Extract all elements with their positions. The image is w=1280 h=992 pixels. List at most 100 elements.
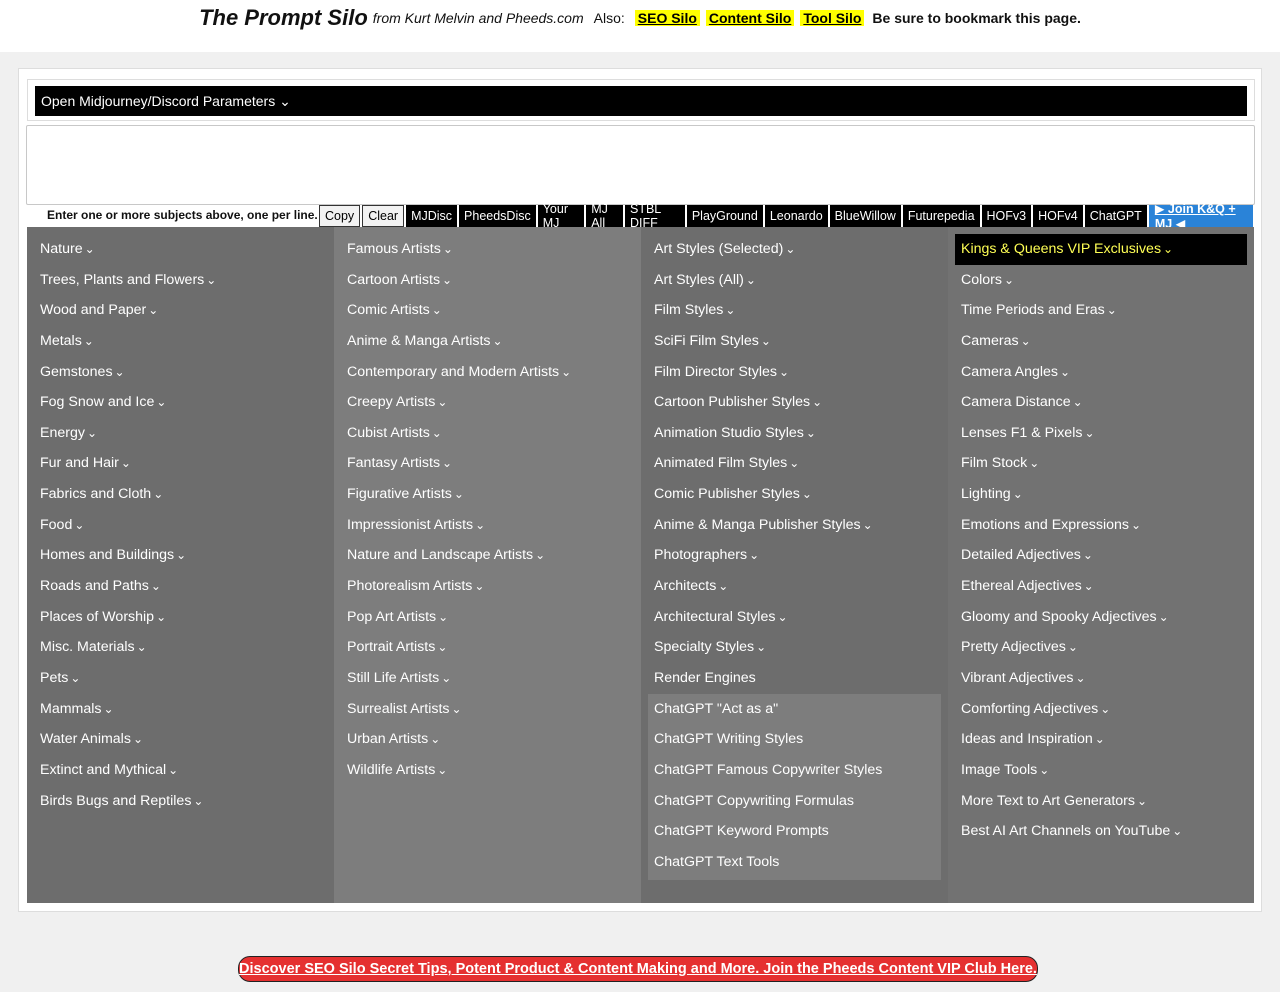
category-item[interactable]: ChatGPT Famous Copywriter Styles [648,755,941,786]
category-item[interactable]: Architectural Styles ⌄ [641,602,948,633]
category-item[interactable]: Image Tools ⌄ [948,755,1254,786]
mjdisc-button[interactable]: MJDisc [406,205,458,227]
chatgpt-button[interactable]: ChatGPT [1084,205,1147,227]
category-item[interactable]: ChatGPT Copywriting Formulas [648,786,941,817]
category-item[interactable]: Gemstones ⌄ [27,357,334,388]
category-item[interactable]: Contemporary and Modern Artists ⌄ [334,357,641,388]
pheedsdisc-button[interactable]: PheedsDisc [459,205,536,227]
category-item[interactable]: Fur and Hair ⌄ [27,448,334,479]
category-item[interactable]: Birds Bugs and Reptiles ⌄ [27,786,334,817]
category-item[interactable]: Fantasy Artists ⌄ [334,448,641,479]
category-item[interactable]: Colors ⌄ [948,265,1254,296]
bluewillow-button[interactable]: BlueWillow [829,205,901,227]
category-label: Portrait Artists [347,639,436,656]
category-item[interactable]: Pets ⌄ [27,663,334,694]
category-item[interactable]: More Text to Art Generators ⌄ [948,786,1254,817]
category-item[interactable]: Film Styles ⌄ [641,295,948,326]
category-item[interactable]: Mammals ⌄ [27,694,334,725]
category-item[interactable]: Vibrant Adjectives ⌄ [948,663,1254,694]
category-item[interactable]: Specialty Styles ⌄ [641,632,948,663]
category-item[interactable]: ChatGPT Text Tools [648,847,941,878]
category-item[interactable]: Fabrics and Cloth ⌄ [27,479,334,510]
tool-silo-link[interactable]: Tool Silo [800,10,865,26]
category-item[interactable]: Wood and Paper ⌄ [27,295,334,326]
category-item[interactable]: Food ⌄ [27,510,334,541]
stbl-diff-button[interactable]: STBL DIFF [624,202,685,230]
futurepedia-button[interactable]: Futurepedia [902,205,980,227]
category-item[interactable]: Portrait Artists ⌄ [334,632,641,663]
category-item[interactable]: Camera Angles ⌄ [948,357,1254,388]
category-item[interactable]: Render Engines [641,663,948,694]
playground-button[interactable]: PlayGround [686,205,763,227]
category-item[interactable]: Pretty Adjectives ⌄ [948,632,1254,663]
join-kq-mj-button[interactable]: ▶ Join K&Q + MJ ◀ [1148,202,1253,231]
open-params-button[interactable]: Open Midjourney/Discord Parameters ⌄ [35,86,1247,116]
category-item[interactable]: Creepy Artists ⌄ [334,387,641,418]
category-item[interactable]: Film Director Styles ⌄ [641,357,948,388]
category-item[interactable]: Time Periods and Eras ⌄ [948,295,1254,326]
category-item[interactable]: Roads and Paths ⌄ [27,571,334,602]
category-item[interactable]: Pop Art Artists ⌄ [334,602,641,633]
category-item[interactable]: SciFi Film Styles ⌄ [641,326,948,357]
category-item[interactable]: Comforting Adjectives ⌄ [948,694,1254,725]
category-item[interactable]: Camera Distance ⌄ [948,387,1254,418]
category-item[interactable]: Homes and Buildings ⌄ [27,540,334,571]
category-item[interactable]: Architects ⌄ [641,571,948,602]
category-item[interactable]: Art Styles (Selected) ⌄ [641,234,948,265]
category-item[interactable]: Still Life Artists ⌄ [334,663,641,694]
category-item[interactable]: Ethereal Adjectives ⌄ [948,571,1254,602]
category-item[interactable]: Water Animals ⌄ [27,724,334,755]
category-item[interactable]: Cameras ⌄ [948,326,1254,357]
category-item[interactable]: Metals ⌄ [27,326,334,357]
content-silo-link[interactable]: Content Silo [705,10,795,26]
category-item[interactable]: Figurative Artists ⌄ [334,479,641,510]
category-item[interactable]: Famous Artists ⌄ [334,234,641,265]
leonardo-button[interactable]: Leonardo [764,205,828,227]
category-item[interactable]: Detailed Adjectives ⌄ [948,540,1254,571]
category-item[interactable]: Nature and Landscape Artists ⌄ [334,540,641,571]
category-item[interactable]: Urban Artists ⌄ [334,724,641,755]
category-item[interactable]: Lenses F1 & Pixels ⌄ [948,418,1254,449]
category-item[interactable]: Anime & Manga Publisher Styles ⌄ [641,510,948,541]
category-item[interactable]: Film Stock ⌄ [948,448,1254,479]
category-item[interactable]: Comic Publisher Styles ⌄ [641,479,948,510]
category-item[interactable]: Animation Studio Styles ⌄ [641,418,948,449]
category-item[interactable]: Photographers ⌄ [641,540,948,571]
category-item[interactable]: ChatGPT Writing Styles [648,724,941,755]
category-item[interactable]: Wildlife Artists ⌄ [334,755,641,786]
category-item[interactable]: Places of Worship ⌄ [27,602,334,633]
category-item[interactable]: ChatGPT Keyword Prompts [648,816,941,847]
category-item[interactable]: Photorealism Artists ⌄ [334,571,641,602]
category-item[interactable]: Cubist Artists ⌄ [334,418,641,449]
category-item[interactable]: Energy ⌄ [27,418,334,449]
hofv4-button[interactable]: HOFv4 [1033,205,1083,227]
category-item[interactable]: Emotions and Expressions ⌄ [948,510,1254,541]
category-item[interactable]: Gloomy and Spooky Adjectives ⌄ [948,602,1254,633]
copy-button[interactable]: Copy [319,205,361,227]
seo-silo-link[interactable]: SEO Silo [634,10,700,26]
category-item[interactable]: Lighting ⌄ [948,479,1254,510]
category-item[interactable]: Extinct and Mythical ⌄ [27,755,334,786]
category-item[interactable]: Art Styles (All) ⌄ [641,265,948,296]
vip-exclusives-item[interactable]: Kings & Queens VIP Exclusives ⌄ [955,234,1247,265]
category-item[interactable]: Cartoon Artists ⌄ [334,265,641,296]
mj-all-button[interactable]: MJ All [586,202,623,230]
category-item[interactable]: Animated Film Styles ⌄ [641,448,948,479]
category-item[interactable]: Best AI Art Channels on YouTube ⌄ [948,816,1254,847]
subject-input[interactable] [26,125,1255,205]
category-item[interactable]: Ideas and Inspiration ⌄ [948,724,1254,755]
category-item[interactable]: Fog Snow and Ice ⌄ [27,387,334,418]
hofv3-button[interactable]: HOFv3 [981,205,1032,227]
category-item[interactable]: Misc. Materials ⌄ [27,632,334,663]
category-item[interactable]: Surrealist Artists ⌄ [334,694,641,725]
category-item[interactable]: Anime & Manga Artists ⌄ [334,326,641,357]
category-item[interactable]: Trees, Plants and Flowers ⌄ [27,265,334,296]
clear-button[interactable]: Clear [362,205,405,227]
category-item[interactable]: Impressionist Artists ⌄ [334,510,641,541]
category-item[interactable]: Nature ⌄ [27,234,334,265]
category-item[interactable]: ChatGPT "Act as a" [648,694,941,725]
category-item[interactable]: Cartoon Publisher Styles ⌄ [641,387,948,418]
your-mj-button[interactable]: Your MJ [537,202,585,230]
vip-club-banner-link[interactable]: Discover SEO Silo Secret Tips, Potent Pr… [238,956,1038,982]
category-item[interactable]: Comic Artists ⌄ [334,295,641,326]
